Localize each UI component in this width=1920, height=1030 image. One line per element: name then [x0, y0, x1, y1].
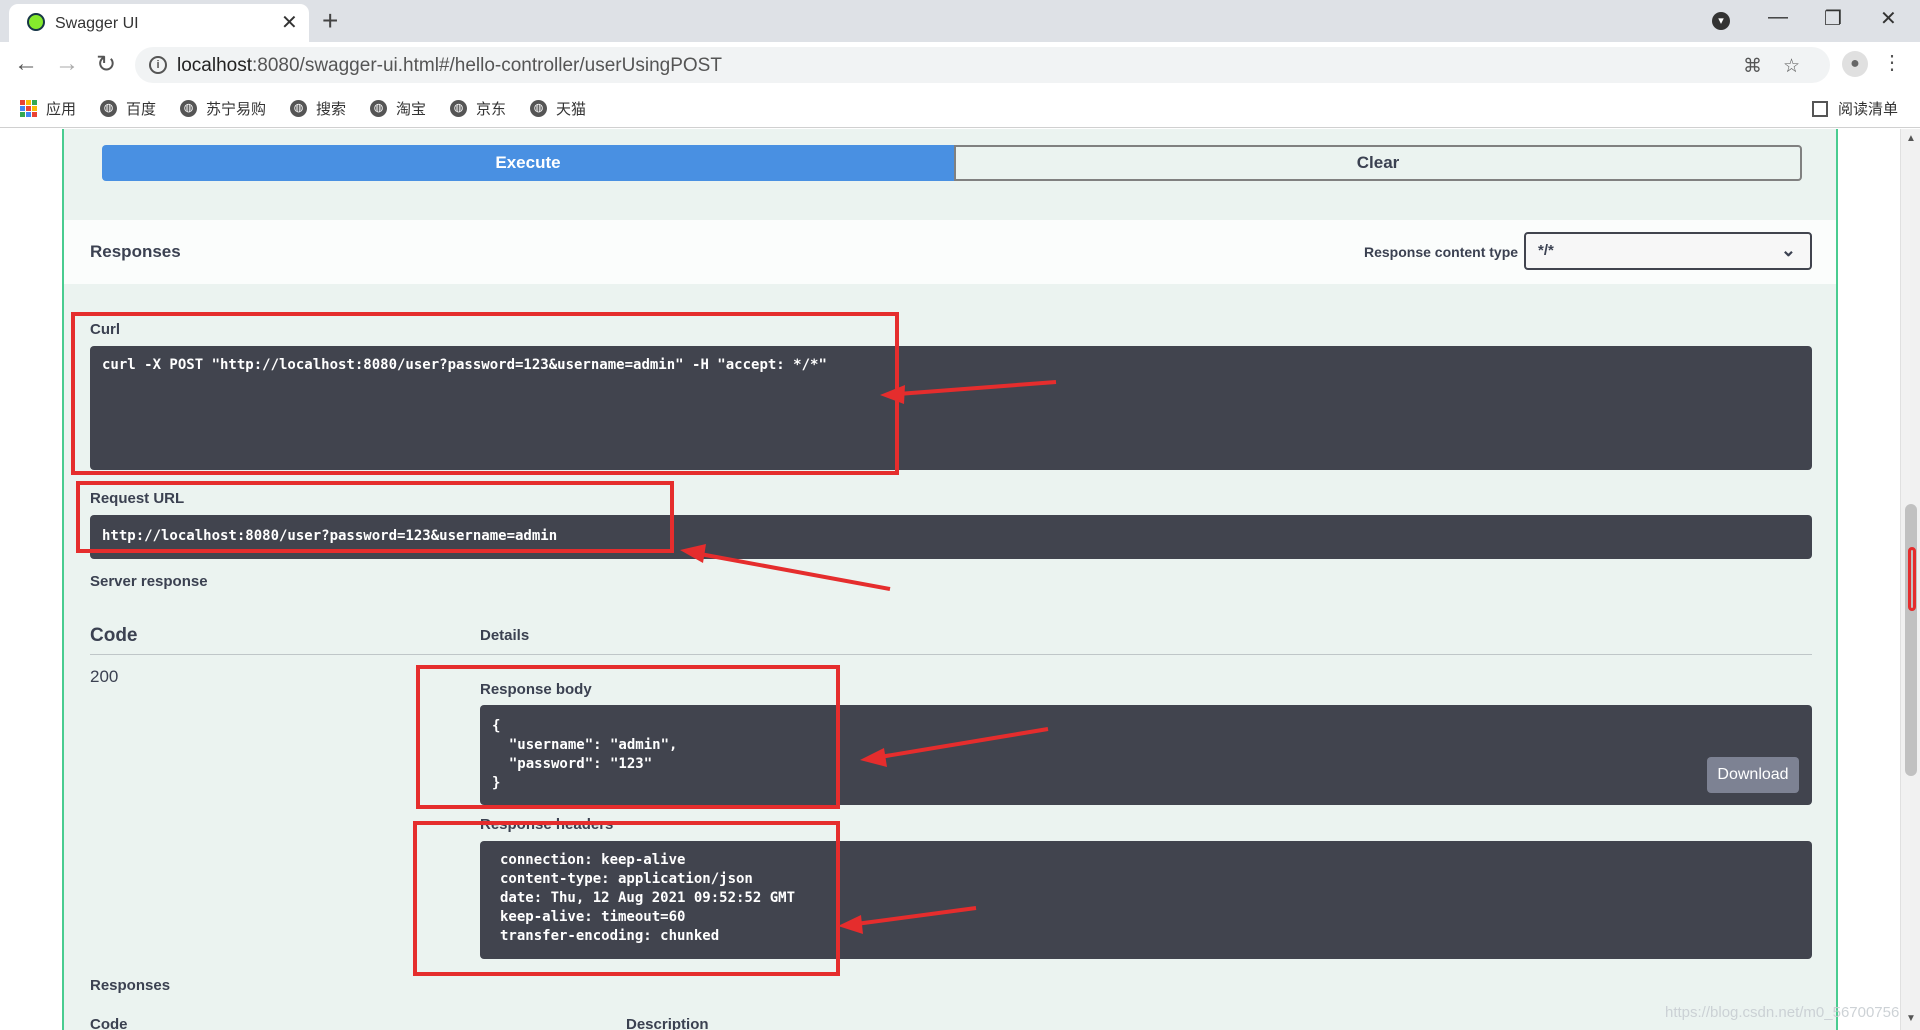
tab-close-icon[interactable]: ✕ — [281, 10, 298, 35]
download-button[interactable]: Download — [1707, 757, 1799, 793]
page-viewport: Execute Clear Responses Response content… — [0, 129, 1900, 1030]
profile-avatar-icon[interactable]: ● — [1842, 51, 1868, 77]
bookmark-item[interactable]: ◍ 百度 — [100, 98, 156, 119]
browser-tab[interactable]: Swagger UI ✕ — [9, 4, 309, 42]
responses-header: Responses Response content type */* ⌄ — [64, 220, 1836, 284]
response-table-header: Code Details — [90, 613, 1812, 655]
bookmark-star-icon[interactable]: ☆ — [1783, 55, 1800, 78]
bookmark-label: 京东 — [476, 101, 507, 118]
reading-list-label: 阅读清单 — [1838, 101, 1899, 118]
tab-search-icon[interactable]: ▾ — [1712, 12, 1730, 30]
globe-icon: ◍ — [100, 100, 117, 117]
back-icon[interactable]: ← — [14, 50, 38, 78]
bookmark-item[interactable]: ◍ 苏宁易购 — [180, 98, 266, 119]
bookmark-label: 搜索 — [316, 101, 347, 118]
address-url[interactable]: localhost:8080/swagger-ui.html#/hello-co… — [177, 55, 722, 77]
tab-title: Swagger UI — [55, 15, 139, 32]
reading-list-icon — [1812, 100, 1828, 117]
scroll-annotation-mark — [1908, 547, 1916, 611]
scrollbar-thumb[interactable] — [1905, 504, 1917, 776]
url-path: :8080/swagger-ui.html#/hello-controller/… — [252, 55, 722, 76]
execute-button[interactable]: Execute — [102, 145, 954, 181]
minimize-button[interactable]: — — [1768, 6, 1788, 29]
post-operation-block: Execute Clear Responses Response content… — [62, 129, 1838, 1030]
clear-button[interactable]: Clear — [954, 145, 1802, 181]
chevron-down-icon: ⌄ — [1780, 240, 1796, 260]
scroll-up-icon[interactable]: ▲ — [1906, 133, 1916, 144]
maximize-button[interactable]: ❐ — [1824, 6, 1842, 31]
browser-toolbar: ← → ↻ i localhost:8080/swagger-ui.html#/… — [0, 42, 1920, 88]
watermark-text: https://blog.csdn.net/m0_56700756 — [1665, 1004, 1900, 1021]
responses-footer-label: Responses — [90, 977, 171, 994]
response-content-type-select[interactable]: */* ⌄ — [1524, 232, 1812, 270]
address-bar[interactable]: i localhost:8080/swagger-ui.html#/hello-… — [135, 47, 1830, 83]
swagger-favicon-icon — [27, 13, 45, 31]
url-host: localhost — [177, 55, 252, 76]
bookmark-item[interactable]: ◍ 京东 — [450, 98, 506, 119]
bookmarks-bar: 应用 ◍ 百度 ◍ 苏宁易购 ◍ 搜索 ◍ 淘宝 ◍ 京东 ◍ 天猫 阅读清单 — [0, 88, 1920, 128]
browser-tabstrip: Swagger UI ✕ + ▾ — ❐ ✕ — [0, 0, 1920, 42]
globe-icon: ◍ — [370, 100, 387, 117]
bookmark-label: 苏宁易购 — [206, 101, 267, 118]
annotation-box-response-headers — [413, 821, 840, 976]
bookmark-label: 百度 — [126, 101, 157, 118]
globe-icon: ◍ — [530, 100, 547, 117]
bookmark-apps[interactable]: 应用 — [20, 98, 76, 119]
scroll-down-icon[interactable]: ▼ — [1906, 1013, 1916, 1024]
status-code: 200 — [90, 667, 119, 686]
globe-icon: ◍ — [180, 100, 197, 117]
annotation-box-response-body — [416, 665, 840, 809]
apps-grid-icon — [20, 100, 37, 117]
footer-description-header: Description — [626, 1016, 709, 1030]
reading-list[interactable]: 阅读清单 — [1812, 98, 1898, 119]
close-window-button[interactable]: ✕ — [1880, 6, 1897, 31]
bookmark-item[interactable]: ◍ 天猫 — [530, 98, 586, 119]
site-info-icon[interactable]: i — [149, 56, 167, 74]
menu-icon[interactable]: ⋮ — [1882, 50, 1902, 75]
bookmark-item[interactable]: ◍ 淘宝 — [370, 98, 426, 119]
new-tab-button[interactable]: + — [322, 5, 338, 37]
annotation-box-request-url — [76, 481, 674, 553]
globe-icon: ◍ — [290, 100, 307, 117]
response-content-type-label: Response content type — [1364, 244, 1519, 260]
globe-icon: ◍ — [450, 100, 467, 117]
server-response-label: Server response — [90, 573, 208, 590]
bookmark-label: 淘宝 — [396, 101, 427, 118]
details-column-header: Details — [480, 627, 530, 644]
bookmark-item[interactable]: ◍ 搜索 — [290, 98, 346, 119]
bookmark-apps-label: 应用 — [46, 101, 77, 118]
translate-icon[interactable]: ⌘ — [1743, 55, 1762, 78]
forward-icon[interactable]: → — [55, 50, 79, 78]
responses-title: Responses — [90, 242, 181, 261]
bookmark-label: 天猫 — [556, 101, 587, 118]
reload-icon[interactable]: ↻ — [96, 50, 116, 79]
response-content-type-value: */* — [1538, 242, 1554, 259]
footer-code-header: Code — [90, 1016, 128, 1030]
page-scrollbar[interactable]: ▲ ▼ — [1900, 129, 1920, 1030]
annotation-box-curl — [71, 312, 899, 475]
code-column-header: Code — [90, 625, 138, 646]
